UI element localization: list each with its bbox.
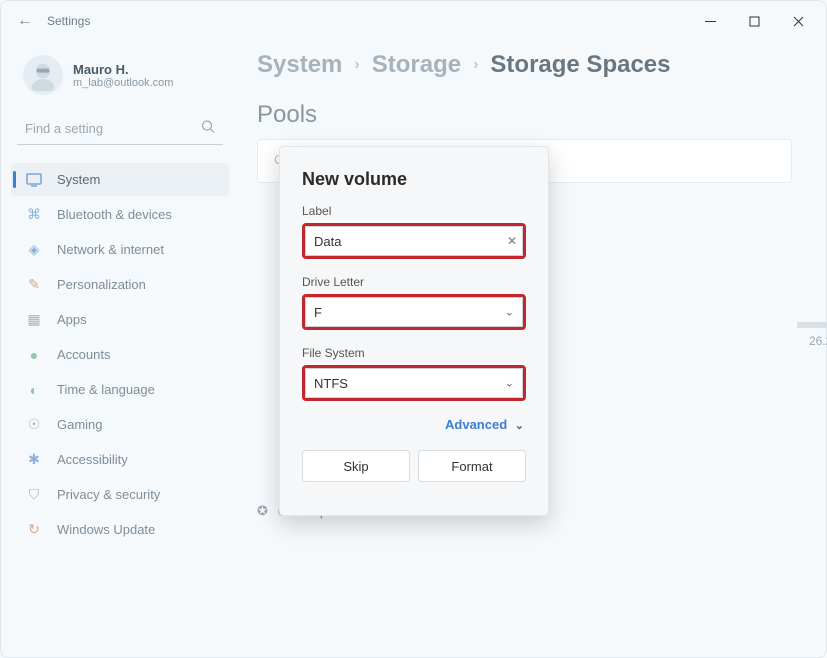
sidebar-item-network[interactable]: ◈ Network & internet bbox=[11, 233, 229, 266]
brush-icon: ✎ bbox=[25, 276, 43, 293]
access-icon: ✱ bbox=[25, 451, 43, 468]
sidebar-item-privacy[interactable]: ⛉ Privacy & security bbox=[11, 478, 229, 511]
sidebar-item-label: Time & language bbox=[57, 382, 155, 397]
pool-size: 28.5 GB bbox=[797, 446, 827, 461]
maximize-button[interactable] bbox=[732, 6, 776, 36]
sidebar-item-gaming[interactable]: ☉ Gaming bbox=[11, 408, 229, 441]
label-field-label: Label bbox=[302, 204, 526, 218]
profile[interactable]: Mauro H. m_lab@outlook.com bbox=[11, 41, 229, 113]
dialog-title: New volume bbox=[302, 169, 526, 190]
help-icon: ✪ bbox=[257, 503, 268, 519]
window-title: Settings bbox=[47, 14, 90, 28]
search-icon bbox=[201, 120, 215, 139]
sidebar-item-label: Gaming bbox=[57, 417, 103, 432]
shield-icon: ⛉ bbox=[25, 486, 43, 503]
sidebar-item-label: Network & internet bbox=[57, 242, 164, 257]
skip-button[interactable]: Skip bbox=[302, 450, 410, 482]
search-input[interactable] bbox=[17, 113, 223, 145]
drive-letter-select[interactable]: F ⌄ bbox=[305, 297, 523, 327]
profile-email: m_lab@outlook.com bbox=[73, 77, 173, 89]
sidebar-item-label: System bbox=[57, 172, 100, 187]
breadcrumb: System › Storage › Storage Spaces bbox=[257, 51, 792, 79]
sidebar-item-time[interactable]: ◐ Time & language bbox=[11, 373, 229, 406]
advanced-toggle[interactable]: Advanced ⌄ bbox=[302, 417, 524, 432]
sidebar-item-label: Windows Update bbox=[57, 522, 155, 537]
sidebar-item-apps[interactable]: ▦ Apps bbox=[11, 303, 229, 336]
new-volume-dialog: New volume Label ✕ Drive Letter F ⌄ File… bbox=[279, 146, 549, 516]
sidebar-item-label: Personalization bbox=[57, 277, 146, 292]
sidebar-item-system[interactable]: System bbox=[11, 163, 229, 196]
person-icon: ● bbox=[25, 347, 43, 363]
chevron-down-icon: ⌄ bbox=[515, 419, 524, 432]
sidebar-item-label: Accessibility bbox=[57, 452, 128, 467]
game-icon: ☉ bbox=[25, 416, 43, 433]
sidebar-item-accessibility[interactable]: ✱ Accessibility bbox=[11, 443, 229, 476]
drive-letter-label: Drive Letter bbox=[302, 275, 526, 289]
breadcrumb-system[interactable]: System bbox=[257, 51, 342, 79]
globe-icon: ◐ bbox=[25, 382, 43, 398]
breadcrumb-storage[interactable]: Storage bbox=[372, 51, 461, 79]
file-system-select[interactable]: NTFS ⌄ bbox=[305, 368, 523, 398]
breadcrumb-current: Storage Spaces bbox=[490, 51, 670, 79]
apps-icon: ▦ bbox=[25, 311, 43, 328]
label-input[interactable] bbox=[305, 226, 523, 256]
sidebar-item-label: Apps bbox=[57, 312, 87, 327]
profile-name: Mauro H. bbox=[73, 62, 173, 77]
free-space: 26.2 GB free bbox=[797, 334, 827, 348]
wifi-icon: ◈ bbox=[25, 241, 43, 258]
sidebar-item-bluetooth[interactable]: ⌘ Bluetooth & devices bbox=[11, 198, 229, 231]
sidebar-item-label: Bluetooth & devices bbox=[57, 207, 172, 222]
chevron-right-icon: › bbox=[354, 56, 359, 74]
chevron-right-icon: › bbox=[473, 56, 478, 74]
update-icon: ↻ bbox=[25, 521, 43, 538]
minimize-button[interactable] bbox=[688, 6, 732, 36]
avatar bbox=[23, 55, 63, 95]
sidebar-item-accounts[interactable]: ● Accounts bbox=[11, 338, 229, 371]
pool-size: 28.4 GB bbox=[797, 233, 827, 248]
back-button[interactable]: ← bbox=[17, 12, 47, 30]
sidebar-item-update[interactable]: ↻ Windows Update bbox=[11, 513, 229, 546]
sidebar-item-label: Privacy & security bbox=[57, 487, 160, 502]
close-button[interactable] bbox=[776, 6, 820, 36]
clear-input-icon[interactable]: ✕ bbox=[507, 234, 517, 248]
bluetooth-icon: ⌘ bbox=[25, 206, 43, 223]
pools-heading: Pools bbox=[257, 101, 792, 129]
system-icon bbox=[25, 172, 43, 188]
usage-bar bbox=[797, 322, 827, 328]
sidebar-item-personalization[interactable]: ✎ Personalization bbox=[11, 268, 229, 301]
chevron-down-icon: ⌄ bbox=[505, 377, 514, 390]
chevron-down-icon: ⌄ bbox=[505, 306, 514, 319]
sidebar-item-label: Accounts bbox=[57, 347, 110, 362]
format-button[interactable]: Format bbox=[418, 450, 526, 482]
file-system-label: File System bbox=[302, 346, 526, 360]
